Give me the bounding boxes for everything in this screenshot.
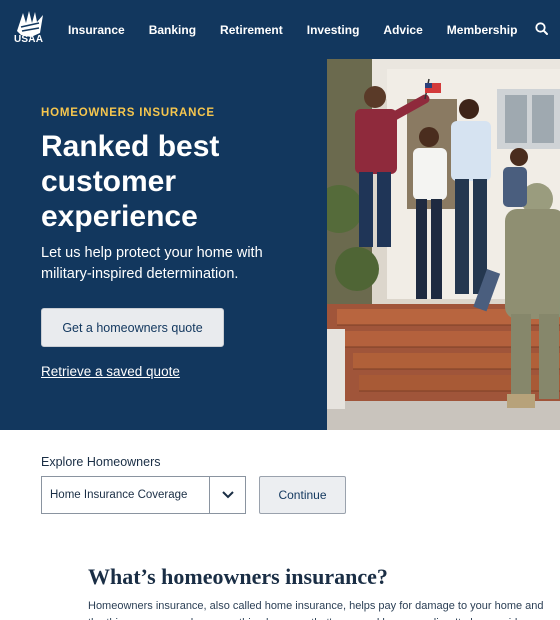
nav-item-retirement[interactable]: Retirement: [220, 23, 283, 37]
nav-item-membership[interactable]: Membership: [447, 23, 518, 37]
coverage-select[interactable]: Home Insurance Coverage: [41, 476, 246, 514]
usaa-logo[interactable]: USAA: [0, 0, 60, 59]
nav-item-advice[interactable]: Advice: [383, 23, 422, 37]
nav-item-insurance[interactable]: Insurance: [68, 23, 125, 37]
hero-panel: HOMEOWNERS INSURANCE Ranked best custome…: [0, 59, 327, 430]
nav-item-banking[interactable]: Banking: [149, 23, 196, 37]
search-icon: [535, 22, 548, 35]
select-value: Home Insurance Coverage: [50, 489, 188, 501]
hero: HOMEOWNERS INSURANCE Ranked best custome…: [0, 59, 560, 430]
hero-eyebrow: HOMEOWNERS INSURANCE: [41, 107, 215, 119]
top-nav: USAA Insurance Banking Retirement Invest…: [0, 0, 560, 59]
nav-item-investing[interactable]: Investing: [307, 23, 360, 37]
hero-subtitle: Let us help protect your home with milit…: [41, 245, 263, 282]
retrieve-saved-quote-link[interactable]: Retrieve a saved quote: [41, 364, 180, 379]
logo-text: USAA: [14, 34, 44, 45]
article-heading: What’s homeowners insurance?: [88, 564, 388, 589]
search-button[interactable]: [532, 19, 552, 39]
continue-button[interactable]: Continue: [259, 476, 346, 514]
explore-label: Explore Homeowners: [41, 455, 161, 469]
get-quote-button[interactable]: Get a homeowners quote: [41, 308, 224, 347]
hero-title: Ranked best customer experience: [41, 130, 220, 233]
main-nav: Insurance Banking Retirement Investing A…: [68, 0, 541, 59]
family-welcoming-soldier-photo: [327, 59, 560, 430]
article-paragraph: Homeowners insurance, also called home i…: [88, 600, 544, 620]
chevron-down-icon: [210, 477, 245, 513]
